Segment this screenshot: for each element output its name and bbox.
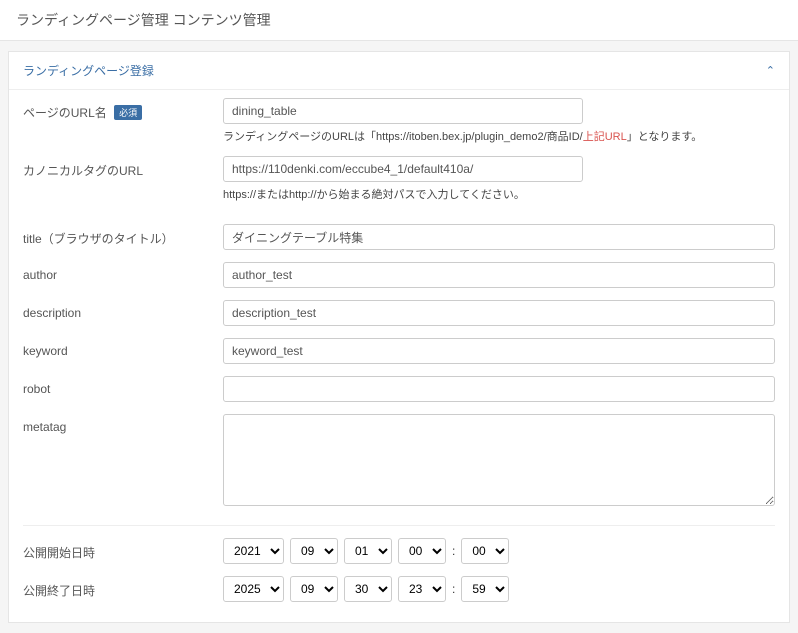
end-hour-select[interactable]: 23 — [398, 576, 446, 602]
label-start-date: 公開開始日時 — [23, 538, 223, 561]
row-robot: robot — [23, 370, 775, 408]
url-help-text: ランディングページのURLは「https://itoben.bex.jp/plu… — [223, 128, 775, 144]
end-month-select[interactable]: 09 — [290, 576, 338, 602]
time-sep: : — [452, 582, 455, 596]
label-url-name: ページのURL名 必須 — [23, 98, 223, 121]
row-description: description — [23, 294, 775, 332]
row-start-date: 公開開始日時 2021 09 01 00 : 00 — [23, 525, 775, 570]
label-author: author — [23, 262, 223, 282]
metatag-textarea[interactable] — [223, 414, 775, 506]
panel-header-title: ランディングページ登録 — [23, 62, 154, 79]
label-keyword: keyword — [23, 338, 223, 358]
panel-header[interactable]: ランディングページ登録 ⌃ — [9, 52, 789, 89]
row-metatag: metatag — [23, 408, 775, 515]
label-robot: robot — [23, 376, 223, 396]
robot-input[interactable] — [223, 376, 775, 402]
start-hour-select[interactable]: 00 — [398, 538, 446, 564]
label-end-date: 公開終了日時 — [23, 576, 223, 599]
start-day-select[interactable]: 01 — [344, 538, 392, 564]
start-year-select[interactable]: 2021 — [223, 538, 284, 564]
panel-landing-register: ランディングページ登録 ⌃ ページのURL名 必須 ランディングページのURLは… — [8, 51, 790, 623]
row-keyword: keyword — [23, 332, 775, 370]
keyword-input[interactable] — [223, 338, 775, 364]
start-month-select[interactable]: 09 — [290, 538, 338, 564]
label-description: description — [23, 300, 223, 320]
canonical-input[interactable] — [223, 156, 583, 182]
panel-body: ページのURL名 必須 ランディングページのURLは「https://itobe… — [9, 89, 789, 622]
end-min-select[interactable]: 59 — [461, 576, 509, 602]
required-badge: 必須 — [114, 105, 142, 120]
row-end-date: 公開終了日時 2025 09 30 23 : 59 — [23, 570, 775, 608]
label-metatag: metatag — [23, 414, 223, 434]
end-year-select[interactable]: 2025 — [223, 576, 284, 602]
row-canonical: カノニカルタグのURL https://またはhttp://から始まる絶対パスで… — [23, 150, 775, 208]
row-author: author — [23, 256, 775, 294]
author-input[interactable] — [223, 262, 775, 288]
start-min-select[interactable]: 00 — [461, 538, 509, 564]
label-title: title（ブラウザのタイトル） — [23, 224, 223, 247]
chevron-up-icon: ⌃ — [766, 64, 775, 77]
title-input[interactable] — [223, 224, 775, 250]
label-canonical: カノニカルタグのURL — [23, 156, 223, 179]
page-title: ランディングページ管理 コンテンツ管理 — [0, 0, 798, 41]
end-day-select[interactable]: 30 — [344, 576, 392, 602]
time-sep: : — [452, 544, 455, 558]
description-input[interactable] — [223, 300, 775, 326]
row-title: title（ブラウザのタイトル） — [23, 218, 775, 256]
url-name-input[interactable] — [223, 98, 583, 124]
canonical-help-text: https://またはhttp://から始まる絶対パスで入力してください。 — [223, 186, 775, 202]
row-url-name: ページのURL名 必須 ランディングページのURLは「https://itobe… — [23, 92, 775, 150]
